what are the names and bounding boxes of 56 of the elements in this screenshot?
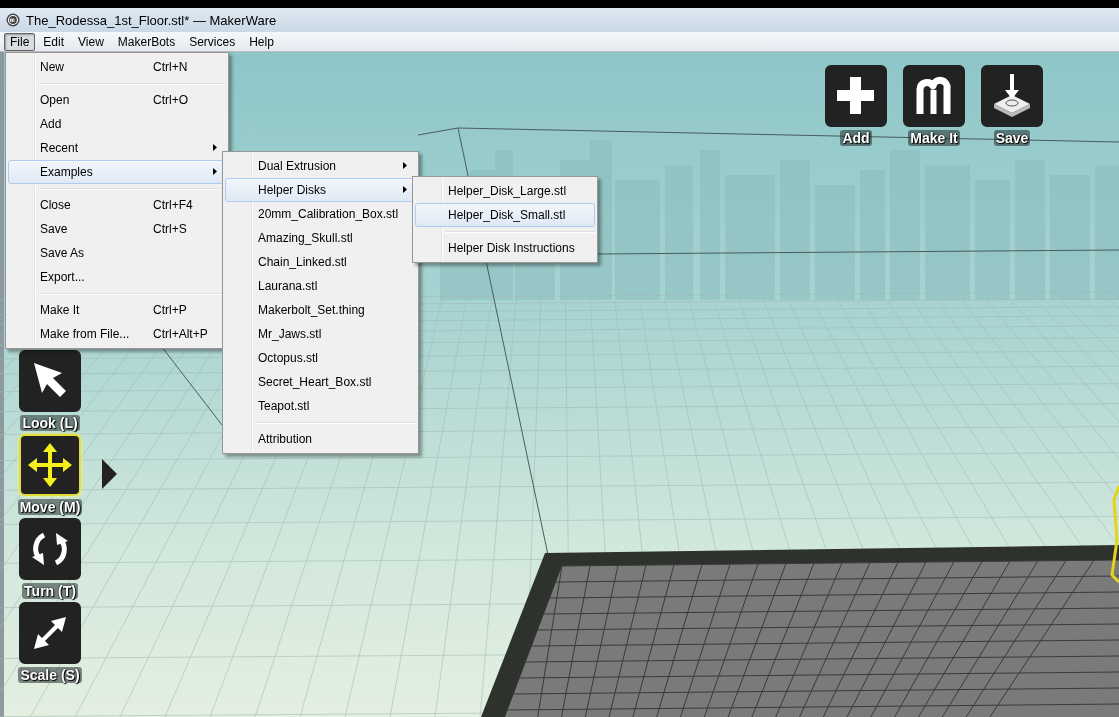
menu-bar-item[interactable]: Services <box>183 32 242 51</box>
tool-label: Make It <box>908 130 960 146</box>
menu-item[interactable]: Secret_Heart_Box.stl <box>225 370 416 394</box>
menu-bar-item[interactable]: MakerBots <box>111 32 182 51</box>
menu-item[interactable]: Dual Extrusion <box>225 154 416 178</box>
submenu-arrow-icon <box>213 144 217 151</box>
tool-label: Save <box>993 130 1031 146</box>
menu-item[interactable]: Open Ctrl+O <box>8 88 226 112</box>
menu-item[interactable]: Make It Ctrl+P <box>8 298 226 322</box>
tool-button[interactable] <box>19 602 81 664</box>
app-logo-icon <box>6 13 20 27</box>
submenu-arrow-icon <box>213 168 217 175</box>
menu-item[interactable]: Export... <box>8 265 226 289</box>
menu-item[interactable]: Makerbolt_Set.thing <box>225 298 416 322</box>
menu-item[interactable]: Laurana.stl <box>225 274 416 298</box>
toolbar-button[interactable] <box>903 65 965 127</box>
tool-label: Look (L) <box>20 415 80 431</box>
shortcut-label: Ctrl+Alt+P <box>153 327 208 341</box>
tool-button[interactable] <box>19 350 81 412</box>
menu-item[interactable]: Recent <box>8 136 226 160</box>
shortcut-label: Ctrl+P <box>153 303 187 317</box>
toolbar-button[interactable] <box>981 65 1043 127</box>
tool-label: Add <box>840 130 872 146</box>
shortcut-label: Ctrl+O <box>153 93 188 107</box>
menu-item[interactable]: Helper_Disk_Small.stl <box>415 203 595 227</box>
menu-bar-item[interactable]: View <box>72 32 110 51</box>
menu-item[interactable]: Make from File... Ctrl+Alt+P <box>8 322 226 346</box>
menu-item[interactable]: Close Ctrl+F4 <box>8 193 226 217</box>
menu-item[interactable]: Save Ctrl+S <box>8 217 226 241</box>
tool-label: Turn (T) <box>22 583 78 599</box>
tool-label: Scale (S) <box>18 667 82 683</box>
submenu-arrow-icon <box>403 186 407 193</box>
shortcut-label: Ctrl+F4 <box>153 198 193 212</box>
menu-item[interactable]: Mr_Jaws.stl <box>225 322 416 346</box>
menu-item[interactable]: Teapot.stl <box>225 394 416 418</box>
expand-arrow-icon[interactable] <box>101 459 117 489</box>
menu-item[interactable]: Attribution <box>225 427 416 451</box>
menu-item[interactable]: Chain_Linked.stl <box>225 250 416 274</box>
shortcut-label: Ctrl+N <box>153 60 188 74</box>
menu-bar-item[interactable]: File <box>4 32 36 51</box>
menu-item[interactable]: Save As <box>8 241 226 265</box>
menu-item[interactable]: Add <box>8 112 226 136</box>
menu-item[interactable]: Amazing_Skull.stl <box>225 226 416 250</box>
menu-item[interactable]: Helper Disk Instructions <box>415 236 595 260</box>
menu-item[interactable]: Octopus.stl <box>225 346 416 370</box>
submenu-arrow-icon <box>403 162 407 169</box>
toolbar-button[interactable] <box>825 65 887 127</box>
four-way-arrow-icon <box>26 441 74 489</box>
shortcut-label: Ctrl+S <box>153 222 187 236</box>
menu-bar-item[interactable]: Help <box>243 32 280 51</box>
tool-button[interactable] <box>19 518 81 580</box>
menu-bar-item[interactable]: Edit <box>37 32 71 51</box>
menu-item[interactable]: New Ctrl+N <box>8 55 226 79</box>
window-title: The_Rodessa_1st_Floor.stl* — MakerWare <box>26 12 277 28</box>
menu-item[interactable]: Helper_Disk_Large.stl <box>415 179 595 203</box>
menu-item[interactable]: 20mm_Calibration_Box.stl <box>225 202 416 226</box>
